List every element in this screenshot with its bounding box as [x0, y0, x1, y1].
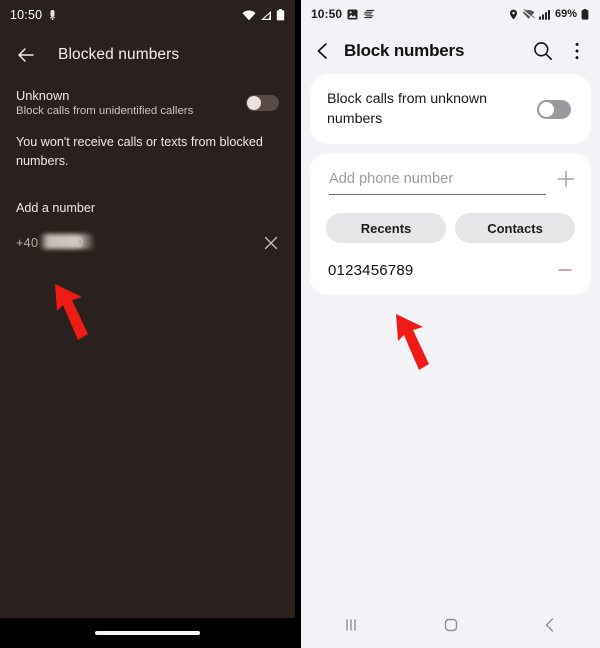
right-status-bar: 10:50 69%	[301, 0, 600, 28]
blocked-number-entry: 0123456789	[324, 243, 577, 281]
add-number-card: Recents Contacts 0123456789	[310, 153, 591, 295]
add-a-number-button[interactable]: Add a number	[0, 171, 295, 215]
left-phone-screen: 10:50 Blocked numbers Unknown Block call…	[0, 0, 295, 618]
battery-icon	[581, 8, 589, 20]
left-status-bar: 10:50	[0, 0, 295, 30]
left-status-time: 10:50	[10, 8, 43, 22]
screenshot-icon	[347, 9, 358, 20]
right-app-bar: Block numbers	[301, 28, 600, 74]
nav-back-button[interactable]	[500, 615, 600, 635]
right-nav-bar	[301, 602, 600, 648]
left-phone-panel: 10:50 Blocked numbers Unknown Block call…	[0, 0, 295, 648]
remove-icon[interactable]	[556, 261, 574, 279]
signal-icon	[260, 10, 272, 21]
wifi-icon	[242, 9, 256, 21]
block-unknown-card[interactable]: Block calls from unknown numbers	[310, 74, 591, 144]
blocked-info-note: You won't receive calls or texts from bl…	[16, 135, 263, 168]
block-unknown-label: Block calls from unknown numbers	[327, 91, 488, 127]
more-options-icon[interactable]	[566, 40, 588, 62]
close-icon[interactable]	[263, 235, 279, 251]
data-transfer-icon	[363, 9, 376, 19]
source-chips: Recents Contacts	[324, 195, 577, 243]
redaction-blur	[40, 234, 94, 249]
nav-home-button[interactable]	[401, 615, 501, 635]
unknown-callers-subtitle: Block calls from unidentified callers	[16, 105, 194, 117]
right-status-time: 10:50	[311, 7, 343, 21]
vibrate-icon	[48, 9, 57, 21]
left-app-bar: Blocked numbers	[0, 30, 295, 80]
wifi-icon	[522, 8, 535, 20]
page-title: Block numbers	[344, 41, 465, 60]
back-arrow-icon[interactable]	[16, 45, 36, 65]
add-number-row	[324, 169, 577, 195]
unknown-callers-texts: Unknown Block calls from unidentified ca…	[16, 88, 236, 117]
chip-recents[interactable]: Recents	[326, 213, 446, 243]
signal-icon	[538, 9, 551, 20]
annotation-arrow-right	[396, 314, 429, 370]
back-chevron-icon[interactable]	[314, 42, 332, 60]
add-number-input-wrap	[329, 170, 546, 195]
nav-recents-button[interactable]	[301, 615, 401, 635]
left-status-right	[242, 9, 285, 21]
unknown-callers-toggle[interactable]	[246, 94, 279, 111]
right-phone-panel: 10:50 69% Block numbers Block calls from…	[301, 0, 600, 648]
toggle-knob	[247, 95, 261, 110]
blocked-number-prefix: +40	[16, 236, 39, 250]
chip-contacts[interactable]: Contacts	[455, 213, 575, 243]
home-gesture-bar[interactable]	[95, 631, 200, 635]
unknown-callers-row[interactable]: Unknown Block calls from unidentified ca…	[0, 80, 295, 127]
battery-icon	[276, 9, 285, 21]
page-title: Blocked numbers	[58, 46, 180, 63]
location-icon	[509, 9, 518, 20]
unknown-callers-title: Unknown	[16, 88, 70, 103]
comparison-screenshot: 10:50 Blocked numbers Unknown Block call…	[0, 0, 600, 648]
add-icon[interactable]	[556, 169, 576, 189]
blocked-number-entry: +40 0	[0, 215, 295, 251]
search-icon[interactable]	[532, 40, 554, 62]
left-status-left: 10:50	[10, 8, 57, 22]
toggle-knob	[539, 101, 554, 117]
block-unknown-toggle[interactable]	[537, 99, 571, 119]
add-phone-number-input[interactable]	[329, 171, 546, 187]
blocked-number-text: 0123456789	[328, 261, 414, 279]
right-status-left: 10:50	[311, 7, 376, 21]
left-gesture-nav-area	[0, 618, 295, 648]
battery-percent-label: 69%	[554, 8, 577, 20]
right-status-right: 69%	[509, 8, 589, 20]
blocked-number-text: +40 0	[16, 234, 253, 250]
